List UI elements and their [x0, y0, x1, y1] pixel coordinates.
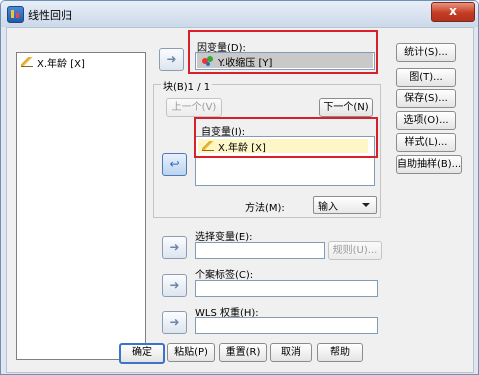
close-button[interactable]: x	[431, 2, 475, 22]
plots-button[interactable]: 图(T)...	[396, 68, 456, 87]
selection-label: 选择变量(E):	[195, 232, 253, 243]
ruler-icon	[21, 57, 33, 67]
title-bar: 线性回归 x	[1, 1, 478, 27]
method-label: 方法(M):	[245, 203, 285, 214]
move-to-case-labels-button[interactable]: ➜	[162, 274, 187, 297]
list-item[interactable]: X.年龄 [X]	[21, 55, 85, 70]
save-button[interactable]: 保存(S)...	[396, 89, 456, 108]
paste-button[interactable]: 粘贴(P)	[167, 343, 215, 362]
dialog-body: X.年龄 [X] ➜ 因变量(D): Y.收缩压 [Y] 块(B)1 / 1 上…	[6, 27, 474, 373]
next-block-button[interactable]: 下一个(N)	[319, 98, 373, 117]
move-to-independent-button[interactable]: ↩	[162, 153, 187, 176]
help-button[interactable]: 帮助	[317, 343, 363, 362]
move-to-dependent-button[interactable]: ➜	[159, 48, 184, 71]
chevron-down-icon	[362, 203, 370, 207]
selection-variable-field[interactable]	[195, 242, 325, 259]
spss-app-icon	[7, 6, 24, 23]
move-to-selection-button[interactable]: ➜	[162, 236, 187, 259]
linear-regression-dialog: 线性回归 x X.年龄 [X] ➜ 因变量(D): Y.收缩压 [Y] 块(B)…	[0, 0, 479, 375]
wls-weight-field[interactable]	[195, 317, 378, 334]
source-variable-list[interactable]: X.年龄 [X]	[16, 52, 146, 360]
ok-button[interactable]: 确定	[119, 343, 165, 364]
statistics-button[interactable]: 统计(S)...	[396, 43, 456, 62]
method-value: 输入	[318, 202, 338, 213]
cancel-button[interactable]: 取消	[270, 343, 312, 362]
method-select[interactable]: 输入	[313, 196, 377, 214]
independent-highlight-box	[194, 117, 378, 158]
options-button[interactable]: 选项(O)...	[396, 111, 456, 130]
dependent-highlight-box	[188, 30, 378, 74]
list-item-label: X.年龄 [X]	[37, 58, 85, 70]
bootstrap-button[interactable]: 自助抽样(B)...	[396, 155, 462, 174]
block-title: 块(B)1 / 1	[161, 78, 213, 93]
window-title: 线性回归	[28, 9, 72, 22]
rule-button[interactable]: 规则(U)...	[328, 241, 382, 260]
style-button[interactable]: 样式(L)...	[396, 133, 456, 152]
case-labels-field[interactable]	[195, 280, 378, 297]
reset-button[interactable]: 重置(R)	[219, 343, 267, 362]
case-labels-label: 个案标签(C):	[195, 270, 254, 281]
previous-block-button[interactable]: 上一个(V)	[166, 98, 222, 117]
move-to-wls-button[interactable]: ➜	[162, 311, 187, 334]
